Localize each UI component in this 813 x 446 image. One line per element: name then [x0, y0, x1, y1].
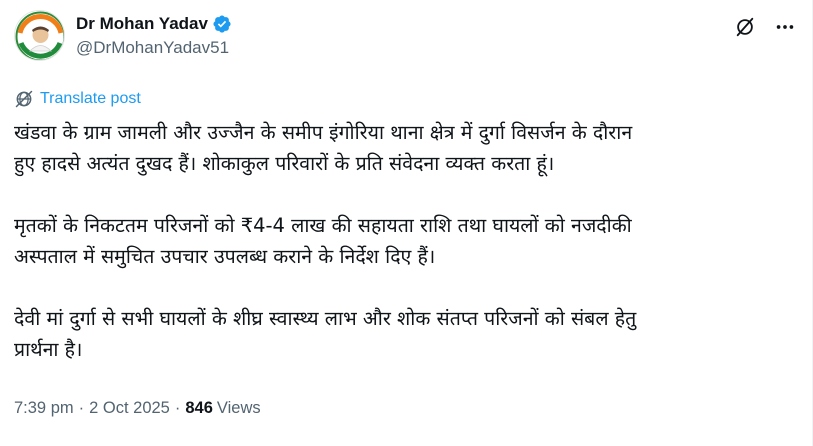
more-options-icon: [776, 25, 794, 29]
post-time[interactable]: 7:39 pm: [14, 399, 74, 418]
post-line: अस्पताल में समुचित उपचार उपलब्ध कराने के…: [14, 245, 436, 268]
post-header: Dr Mohan Yadav @DrMohanYadav51: [14, 10, 798, 66]
verified-badge-icon[interactable]: [212, 14, 232, 34]
post-card: Dr Mohan Yadav @DrMohanYadav51 Translate…: [0, 0, 813, 446]
post-line: मृतकों के निकटतम परिजनों को ₹4-4 लाख की …: [14, 214, 632, 237]
meta-separator: ·: [174, 399, 181, 417]
post-paragraph: खंडवा के ग्राम जामली और उज्जैन के समीप इ…: [14, 117, 794, 179]
author-handle[interactable]: @DrMohanYadav51: [76, 38, 232, 58]
profile-avatar-logo: [15, 11, 64, 60]
post-line: प्रार्थना है।: [14, 338, 83, 361]
author-names: Dr Mohan Yadav @DrMohanYadav51: [76, 12, 232, 58]
grok-button[interactable]: [732, 14, 758, 40]
grok-icon: [736, 17, 754, 37]
translate-post-link[interactable]: Translate post: [14, 89, 141, 109]
post-paragraph: देवी मां दुर्गा से सभी घायलों के शीघ्र स…: [14, 303, 794, 365]
post-paragraph: मृतकों के निकटतम परिजनों को ₹4-4 लाख की …: [14, 210, 794, 272]
meta-separator: ·: [78, 399, 85, 417]
post-line: देवी मां दुर्गा से सभी घायलों के शीघ्र स…: [14, 307, 637, 330]
translate-globe-icon: [15, 90, 33, 108]
post-line: खंडवा के ग्राम जामली और उज्जैन के समीप इ…: [14, 121, 633, 144]
post-date[interactable]: 2 Oct 2025: [89, 399, 170, 418]
post-meta: 7:39 pm · 2 Oct 2025 · 846 Views: [14, 399, 261, 418]
views-label: Views: [216, 399, 261, 417]
avatar[interactable]: [14, 10, 65, 61]
views-count[interactable]: 846: [185, 399, 213, 418]
header-actions: [732, 14, 798, 40]
more-options-button[interactable]: [772, 14, 798, 40]
author-display-name[interactable]: Dr Mohan Yadav: [76, 14, 208, 34]
translate-post-label[interactable]: Translate post: [40, 90, 141, 108]
name-row: Dr Mohan Yadav: [76, 12, 232, 36]
post-line: हुए हादसे अत्यंत दुखद हैं। शोकाकुल परिवा…: [14, 152, 555, 175]
post-text: खंडवा के ग्राम जामली और उज्जैन के समीप इ…: [14, 117, 794, 365]
